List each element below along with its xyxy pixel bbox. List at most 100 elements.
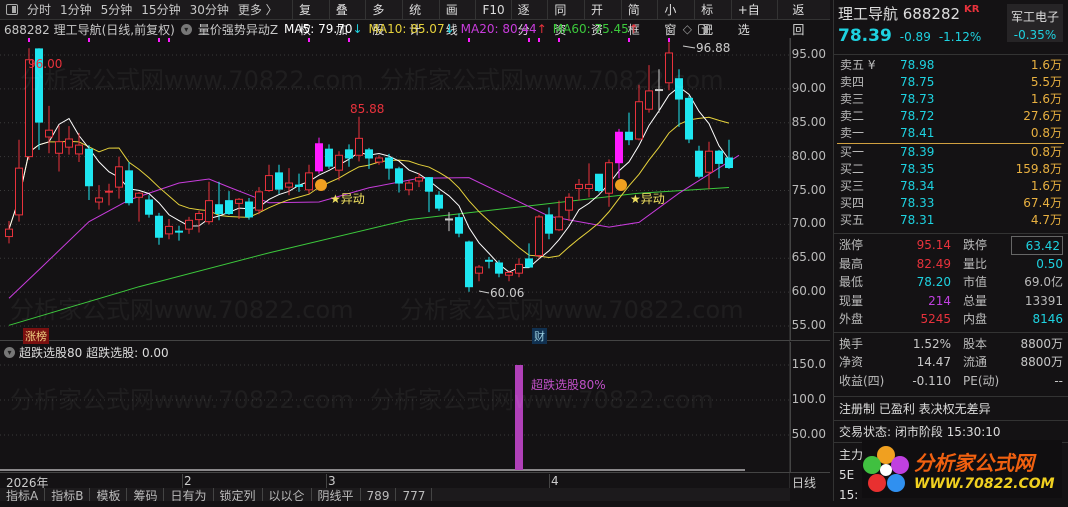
candle (425, 177, 433, 192)
candle (255, 191, 263, 211)
tab-6[interactable]: 锁定列 (214, 488, 263, 501)
cai-tag[interactable]: 财 (532, 328, 547, 344)
tab-7[interactable]: 以以仑 (263, 488, 312, 501)
candle (685, 97, 693, 140)
candle (185, 219, 193, 230)
by-minute-button[interactable]: 逐分 (510, 0, 548, 37)
diamond-icon[interactable]: ◇ (683, 22, 692, 36)
date-label: 3 (326, 474, 336, 488)
panel-toggle-icon[interactable] (698, 23, 710, 35)
sub-indicator-title[interactable]: 超跌选股80 超跌选股: 0.00 (19, 344, 169, 361)
candle (525, 258, 533, 268)
fuquan-button[interactable]: 复权 (292, 0, 329, 37)
period-5min[interactable]: 5分钟 (101, 1, 133, 18)
f10-button[interactable]: F10 (475, 0, 510, 20)
draw-button[interactable]: 画线 (438, 0, 476, 37)
price-tick-label: 60.00 (791, 284, 826, 299)
watermark: 分析家公式网www.70822.com (20, 66, 364, 94)
arrow-down-icon: ↓ (352, 22, 363, 36)
mark-button[interactable]: 标记 (694, 0, 731, 37)
chart-title-bar: 688282 理工导航(日线,前复权) ▾ 量价强势异动Z MA5: 79.70… (0, 20, 790, 38)
stats-grid-2: 换手 1.52% 股本 8800万 净资 14.47 流通 8800万 收益(四) -0.110 P… (834, 331, 1068, 391)
tab-template[interactable]: 模板 (90, 488, 128, 501)
sub-tick-label: 150.0 (791, 357, 826, 371)
arrow-up-icon: ↑ (536, 22, 547, 36)
indicator-dropdown-icon[interactable]: ▾ (180, 23, 192, 35)
price-tick-label: 70.00 (791, 216, 826, 231)
candle (715, 150, 723, 164)
top-marker (538, 38, 540, 42)
add-watchlist-button[interactable]: +自选 (730, 0, 778, 37)
order-book-row: 卖二 78.72 27.6万 (840, 109, 1062, 123)
top-marker (158, 38, 160, 42)
tab-indicator-b[interactable]: 指标B (45, 488, 91, 501)
sector-pct: -0.35% (1013, 28, 1057, 42)
order-book-row: 买二 78.35 159.8万 (840, 162, 1062, 176)
sub-tick-label: 100.0 (791, 392, 826, 406)
kaizi-button[interactable]: 开资 (584, 0, 621, 37)
candle (545, 214, 553, 234)
watermark: 分析家公式网www.70822.com (10, 296, 354, 324)
simple-frame-button[interactable]: 简框 (620, 0, 658, 37)
tab-chips[interactable]: 筹码 (127, 488, 165, 501)
high-annotation: 85.88 (350, 102, 384, 116)
logo-text: 分析家公式网 (914, 450, 1034, 475)
layout-toggle-icon[interactable] (6, 4, 18, 15)
trade-status: 交易状态: 闭市阶段 15:30:10 (834, 420, 1068, 442)
high-annotation: 96.88 (696, 41, 730, 55)
candle (335, 154, 343, 171)
multi-stock-button[interactable]: 多股 (365, 0, 402, 37)
candle (175, 230, 183, 233)
candle (225, 200, 233, 215)
candle (445, 218, 453, 221)
candle (115, 166, 123, 188)
candle (15, 167, 23, 216)
flower-logo-icon (863, 446, 909, 492)
stats-button[interactable]: 统计 (402, 0, 439, 37)
tab-9[interactable]: 789 (361, 488, 397, 501)
tab-10[interactable]: 777 (396, 488, 433, 501)
watermark: 分析家公式网www.70822.com (370, 386, 714, 414)
tab-8[interactable]: 阴线平 (312, 488, 361, 501)
period-1min[interactable]: 1分钟 (60, 1, 92, 18)
candle (315, 143, 323, 172)
zhangbang-tag[interactable]: 涨榜 (23, 328, 49, 344)
stat-row: 最高 82.49 量比 0.50 (839, 256, 1063, 271)
candle (345, 149, 353, 159)
candle (45, 129, 53, 138)
tongzi-button[interactable]: 同资 (547, 0, 584, 37)
order-book-row: 买四 78.33 67.4万 (840, 196, 1062, 210)
order-book-row: 卖四 78.75 5.5万 (840, 75, 1062, 89)
candle (555, 216, 563, 231)
ask-book: 卖五 ¥78.98 1.6万 卖四 78.75 5.5万 卖三 78.73 1.6万 卖二 78.… (834, 54, 1068, 142)
candle (325, 148, 333, 167)
indicator-dropdown-icon[interactable]: ▾ (4, 347, 15, 358)
period-more[interactable]: 更多 〉 (238, 1, 278, 18)
candle (245, 201, 253, 218)
stat-row: 涨停 95.14 跌停 63.42 (834, 236, 1068, 255)
price-axis: 95.00 90.00 85.00 80.00 75.00 70.00 65.00 60.00… (790, 38, 830, 340)
top-marker (468, 38, 470, 42)
sector-box[interactable]: 军工电子 -0.35% (1007, 4, 1063, 42)
candle (5, 228, 13, 238)
back-button[interactable]: 返回 (777, 0, 830, 37)
period-30min[interactable]: 30分钟 (190, 1, 229, 18)
period-15min[interactable]: 15分钟 (141, 1, 180, 18)
period-label[interactable]: 日线 (792, 474, 816, 491)
order-book-row: 卖三 78.73 1.6万 (840, 92, 1062, 106)
tab-indicator-a[interactable]: 指标A (0, 488, 46, 501)
money-bag-icon (315, 179, 327, 191)
sub-indicator-header: ▾ 超跌选股80 超跌选股: 0.00 (4, 344, 169, 361)
tab-5[interactable]: 日有为 (164, 488, 214, 501)
bottom-tabs: 指标A 指标B 模板 筹码 日有为 锁定列 以以仑 阴线平 789 777 (0, 488, 790, 501)
indicator-name[interactable]: 量价强势异动Z (198, 21, 278, 38)
overlay-button[interactable]: 叠加 (328, 0, 366, 37)
money-bag-icon (615, 179, 627, 191)
quote-panel: 理工导航 688282 KR 军工电子 -0.35% 78.39 -0.89 -… (833, 0, 1068, 502)
candle (575, 183, 583, 189)
arrow-down-icon: ↓ (444, 22, 455, 36)
small-window-button[interactable]: 小窗 (657, 0, 694, 37)
order-book-row: 买一 78.39 0.8万 (840, 145, 1062, 159)
period-fenshi[interactable]: 分时 (27, 1, 51, 18)
date-label: 4 (549, 474, 559, 488)
